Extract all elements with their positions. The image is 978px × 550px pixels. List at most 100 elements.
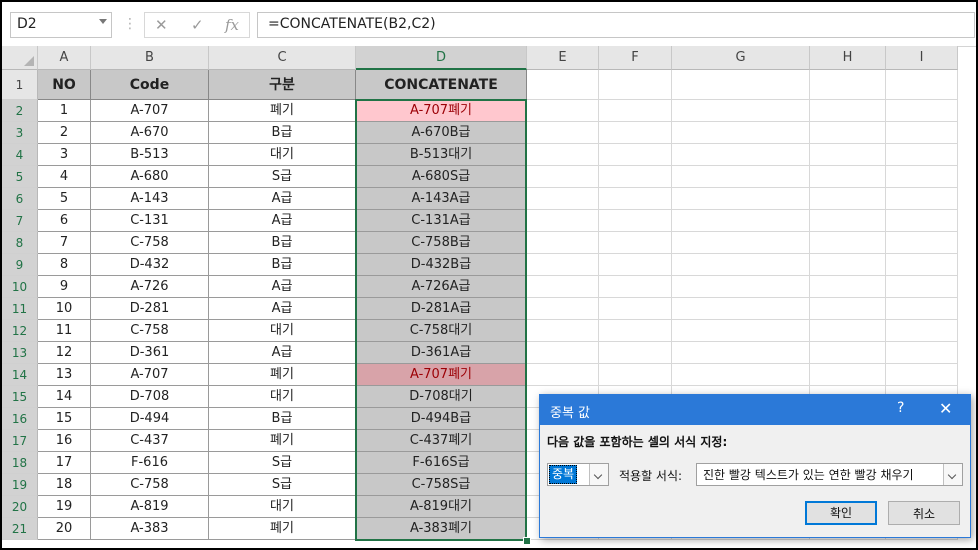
cell[interactable] (672, 298, 810, 320)
table-cell[interactable]: C-758B급 (356, 232, 527, 254)
table-cell[interactable]: B급 (209, 408, 356, 430)
cell[interactable] (599, 188, 672, 210)
table-cell[interactable]: A-680 (91, 166, 209, 188)
cell[interactable] (810, 276, 886, 298)
cell[interactable] (672, 122, 810, 144)
table-cell[interactable]: F-616S급 (356, 452, 527, 474)
row-header-19[interactable]: 19 (2, 474, 38, 496)
cell[interactable] (886, 122, 958, 144)
cell[interactable] (672, 320, 810, 342)
cell[interactable] (527, 232, 599, 254)
cell[interactable] (672, 188, 810, 210)
table-cell[interactable]: A-143A급 (356, 188, 527, 210)
table-cell[interactable]: 6 (38, 210, 91, 232)
cell[interactable] (599, 122, 672, 144)
table-cell[interactable]: 폐기 (209, 100, 356, 122)
dialog-title-bar[interactable]: 중복 값 ? ✕ (540, 395, 970, 425)
table-cell[interactable]: 9 (38, 276, 91, 298)
cell[interactable] (527, 276, 599, 298)
help-icon[interactable]: ? (897, 400, 904, 416)
cell[interactable] (672, 210, 810, 232)
cell[interactable] (672, 276, 810, 298)
table-cell[interactable]: A-819 (91, 496, 209, 518)
cell[interactable] (599, 70, 672, 100)
row-header-2[interactable]: 2 (2, 100, 38, 122)
table-cell[interactable]: 16 (38, 430, 91, 452)
table-cell[interactable]: A급 (209, 276, 356, 298)
table-cell[interactable]: D-361 (91, 342, 209, 364)
table-cell[interactable]: A-707폐기 (356, 100, 527, 122)
cell[interactable] (810, 210, 886, 232)
chevron-down-icon[interactable] (589, 464, 608, 485)
table-cell[interactable]: D-708 (91, 386, 209, 408)
cell[interactable] (886, 320, 958, 342)
column-header-e[interactable]: E (527, 46, 599, 70)
cell[interactable] (599, 166, 672, 188)
table-cell[interactable]: C-437폐기 (356, 430, 527, 452)
table-cell[interactable]: A-383폐기 (356, 518, 527, 540)
row-header-16[interactable]: 16 (2, 408, 38, 430)
cell[interactable] (810, 144, 886, 166)
table-header-cell[interactable]: CONCATENATE (356, 70, 527, 100)
table-cell[interactable]: 17 (38, 452, 91, 474)
table-cell[interactable]: C-758 (91, 474, 209, 496)
format-select[interactable]: 진한 빨강 텍스트가 있는 연한 빨강 채우기 (696, 463, 963, 486)
cell[interactable] (886, 276, 958, 298)
table-cell[interactable]: 12 (38, 342, 91, 364)
column-header-b[interactable]: B (91, 46, 209, 70)
table-cell[interactable]: 15 (38, 408, 91, 430)
cell[interactable] (599, 100, 672, 122)
cell[interactable] (527, 122, 599, 144)
table-cell[interactable]: 14 (38, 386, 91, 408)
table-cell[interactable]: 폐기 (209, 430, 356, 452)
cell[interactable] (886, 298, 958, 320)
cell[interactable] (886, 188, 958, 210)
table-cell[interactable]: B-513 (91, 144, 209, 166)
table-cell[interactable]: A급 (209, 298, 356, 320)
cell[interactable] (886, 254, 958, 276)
row-header-14[interactable]: 14 (2, 364, 38, 386)
cell[interactable] (599, 320, 672, 342)
cell[interactable] (810, 320, 886, 342)
cell[interactable] (672, 70, 810, 100)
fill-handle[interactable] (523, 537, 531, 545)
table-cell[interactable]: D-281A급 (356, 298, 527, 320)
table-cell[interactable]: A-726 (91, 276, 209, 298)
cell[interactable] (599, 298, 672, 320)
column-header-h[interactable]: H (810, 46, 886, 70)
table-header-cell[interactable]: NO (38, 70, 91, 100)
cell[interactable] (672, 144, 810, 166)
table-cell[interactable]: C-758대기 (356, 320, 527, 342)
cell[interactable] (672, 100, 810, 122)
cell[interactable] (527, 342, 599, 364)
table-cell[interactable]: C-758 (91, 320, 209, 342)
cell[interactable] (672, 166, 810, 188)
column-header-c[interactable]: C (209, 46, 356, 70)
column-header-f[interactable]: F (599, 46, 672, 70)
cell[interactable] (810, 342, 886, 364)
table-cell[interactable]: A-670 (91, 122, 209, 144)
table-cell[interactable]: 3 (38, 144, 91, 166)
cell[interactable] (810, 232, 886, 254)
table-cell[interactable]: S급 (209, 166, 356, 188)
insert-function-icon[interactable]: fx (225, 16, 239, 34)
table-cell[interactable]: D-494B급 (356, 408, 527, 430)
select-all-corner[interactable] (2, 46, 38, 70)
cell[interactable] (886, 70, 958, 100)
table-cell[interactable]: 폐기 (209, 364, 356, 386)
cell[interactable] (527, 210, 599, 232)
row-header-21[interactable]: 21 (2, 518, 38, 540)
cell[interactable] (810, 188, 886, 210)
cell[interactable] (527, 100, 599, 122)
cell[interactable] (599, 364, 672, 386)
table-cell[interactable]: 4 (38, 166, 91, 188)
table-cell[interactable]: A-707 (91, 100, 209, 122)
row-header-7[interactable]: 7 (2, 210, 38, 232)
cell[interactable] (527, 166, 599, 188)
table-cell[interactable]: A-680S급 (356, 166, 527, 188)
cell[interactable] (886, 232, 958, 254)
table-cell[interactable]: 18 (38, 474, 91, 496)
table-cell[interactable]: A급 (209, 210, 356, 232)
row-header-4[interactable]: 4 (2, 144, 38, 166)
cell[interactable] (810, 122, 886, 144)
